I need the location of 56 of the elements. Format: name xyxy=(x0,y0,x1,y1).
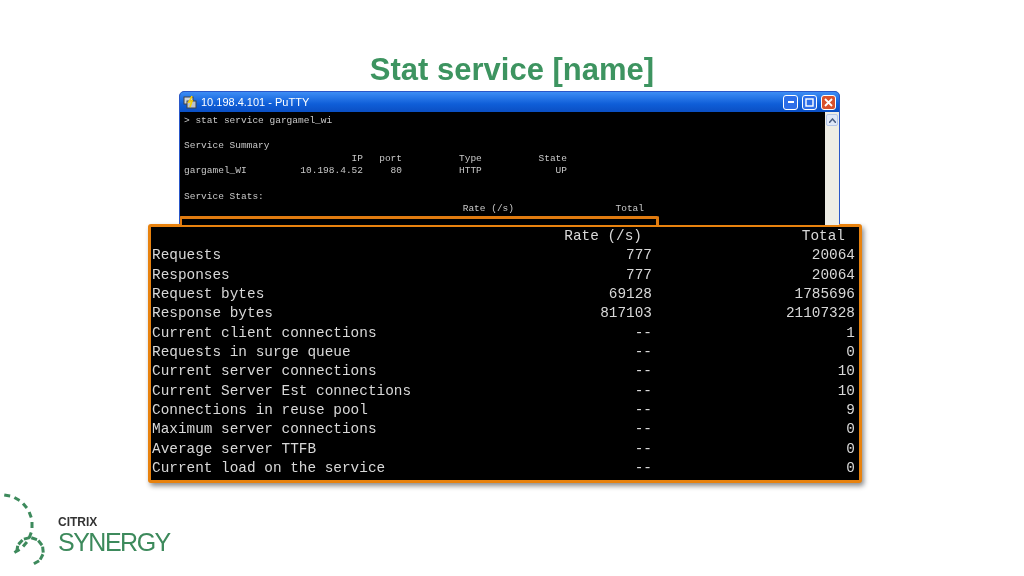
table-cell-text: -- xyxy=(633,459,652,479)
brand-logo: CITRIX xyxy=(58,516,99,529)
table-cell-text: -- xyxy=(633,439,652,459)
row-label: Current load on the service xyxy=(152,459,387,479)
column-header: Rate (/s) xyxy=(461,203,514,216)
row-label: Current Server Est connections xyxy=(152,381,413,401)
row-label: Connections in reuse pool xyxy=(152,401,369,421)
row-label: Requests xyxy=(152,246,223,266)
table-cell-text: 817103 xyxy=(599,304,652,324)
column-header: State xyxy=(537,152,567,166)
table-cell-text: 1 xyxy=(845,323,855,343)
section-heading: Service Stats: xyxy=(184,190,265,204)
table-cell-text: -- xyxy=(633,362,652,382)
table-cell-text: 777 xyxy=(625,265,652,285)
command-line: > stat service gargamel_wi xyxy=(184,115,334,128)
row-label: Current client connections xyxy=(152,323,378,343)
row-label: Maximum server connections xyxy=(152,420,378,440)
table-cell-text: 10 xyxy=(836,381,855,401)
table-cell-text: 1785696 xyxy=(793,285,855,305)
table-cell-text: 21107328 xyxy=(784,304,855,324)
table-cell-text: -- xyxy=(633,401,652,421)
column-header: Type xyxy=(459,152,483,166)
table-cell-text: 0 xyxy=(845,420,855,440)
section-heading: Service Summary xyxy=(184,140,271,153)
product-name: SYNERGY xyxy=(58,529,170,555)
table-cell-text: 9 xyxy=(845,401,855,421)
table-cell-text: UP xyxy=(554,165,567,178)
table-cell-text: 69128 xyxy=(607,285,652,305)
slide-title: Stat service [name] xyxy=(368,51,656,88)
table-cell-text: gargamel_WI xyxy=(184,165,248,178)
row-label: Requests in surge queue xyxy=(152,343,352,363)
table-cell-text: 20064 xyxy=(810,246,855,266)
column-header: Total xyxy=(614,203,644,216)
window-title: 10.198.4.101 - PuTTY xyxy=(201,94,311,110)
table-cell-text: 0 xyxy=(845,459,855,479)
column-header: IP xyxy=(350,152,363,166)
table-cell-text: -- xyxy=(633,323,652,343)
table-cell-text: 0 xyxy=(845,439,855,459)
row-label: Average server TTFB xyxy=(152,439,318,459)
row-label: Request bytes xyxy=(152,285,266,305)
row-label: Responses xyxy=(152,265,231,285)
table-cell-text: -- xyxy=(633,343,652,363)
table-cell-text: 10.198.4.52 xyxy=(299,165,363,178)
table-cell-text: HTTP xyxy=(459,165,483,178)
table-cell-text: -- xyxy=(633,420,652,440)
table-cell-text: 777 xyxy=(625,246,652,266)
table-cell-text: 80 xyxy=(389,165,402,178)
table-cell-text: 20064 xyxy=(810,265,855,285)
row-label: Response bytes xyxy=(152,304,274,324)
table-cell-text: 0 xyxy=(845,343,855,363)
column-header: Rate (/s) xyxy=(563,227,643,246)
table-cell-text: 10 xyxy=(836,362,855,382)
table-cell-text: -- xyxy=(633,381,652,401)
column-header: Total xyxy=(800,227,846,246)
row-label: Current server connections xyxy=(152,362,378,382)
column-header: port xyxy=(378,152,402,166)
